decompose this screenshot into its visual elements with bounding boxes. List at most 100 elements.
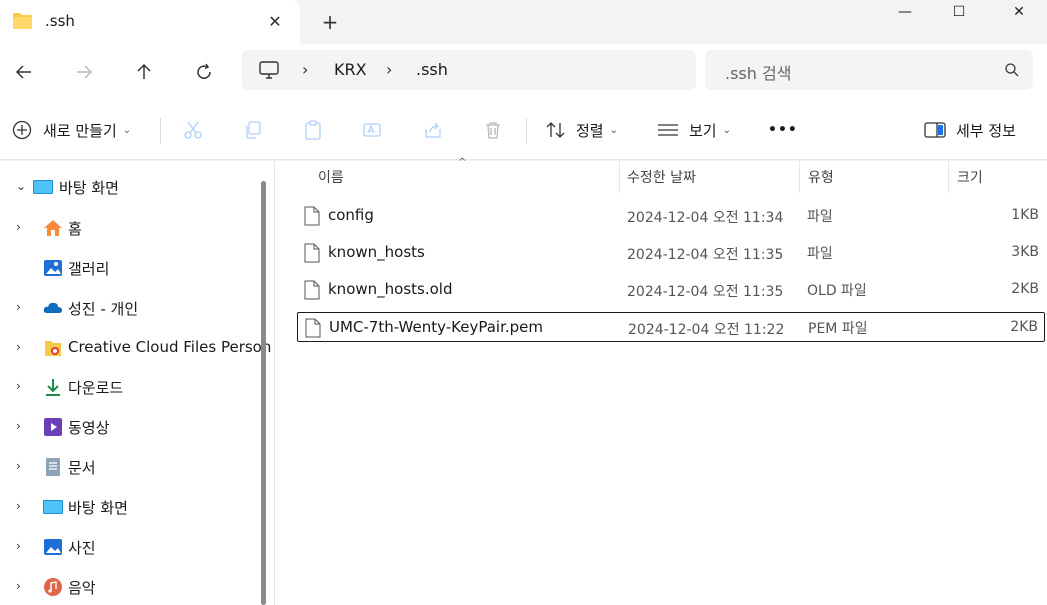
download-icon — [46, 379, 60, 396]
sidebar-item-creative-cloud[interactable]: › Creative Cloud Files Person — [0, 328, 271, 368]
close-window-button[interactable]: ✕ — [996, 0, 1042, 24]
file-date: 2024-12-04 오전 11:34 — [627, 210, 784, 226]
chevron-right-icon[interactable]: › — [16, 379, 21, 393]
column-divider[interactable] — [799, 161, 800, 193]
delete-button[interactable] — [483, 100, 503, 160]
paste-button[interactable] — [303, 100, 323, 160]
refresh-icon — [197, 63, 211, 79]
chevron-right-icon[interactable]: › — [16, 419, 21, 433]
new-button-label: 새로 만들기 — [43, 121, 117, 140]
more-options-button[interactable]: ••• — [768, 100, 798, 160]
sidebar-item-onedrive[interactable]: › 성진 - 개인 — [0, 288, 258, 328]
sidebar-item-desktop-root[interactable]: ⌄ 바탕 화면 — [0, 167, 258, 207]
sidebar-item-label: 바탕 화면 — [59, 179, 119, 197]
cut-button[interactable] — [183, 100, 203, 160]
forward-button[interactable] — [70, 58, 98, 86]
chevron-right-icon[interactable]: › — [16, 499, 21, 513]
arrow-right-icon — [77, 65, 93, 79]
folder-icon — [13, 13, 32, 29]
breadcrumb-ssh[interactable]: .ssh — [416, 60, 448, 79]
sidebar-item-label: 음악 — [68, 579, 96, 597]
share-button[interactable] — [423, 100, 443, 160]
file-list: ^ 이름 수정한 날짜 유형 크기 config 2024-12-04 오전 1… — [274, 157, 1047, 605]
file-row[interactable]: known_hosts 2024-12-04 오전 11:35 파일 3KB — [297, 238, 1045, 268]
address-bar[interactable]: › KRX › .ssh — [242, 50, 696, 90]
sidebar-item-desktop[interactable]: › 바탕 화면 — [0, 487, 258, 527]
minimize-button[interactable]: — — [882, 0, 928, 24]
up-button[interactable] — [130, 58, 158, 86]
file-date: 2024-12-04 오전 11:35 — [627, 284, 784, 300]
chevron-right-icon[interactable]: › — [16, 300, 21, 314]
chevron-down-icon[interactable]: ⌄ — [16, 179, 26, 193]
file-type: 파일 — [807, 209, 833, 225]
chevron-down-icon: ⌄ — [122, 124, 132, 136]
breadcrumb-krx[interactable]: KRX — [334, 60, 367, 79]
tab-ssh[interactable]: .ssh ✕ — [0, 0, 300, 44]
file-type: OLD 파일 — [807, 283, 867, 299]
rename-button[interactable] — [363, 100, 383, 160]
column-header-size[interactable]: 크기 — [957, 161, 983, 193]
scissors-icon — [184, 121, 202, 139]
maximize-button[interactable]: ☐ — [936, 0, 982, 24]
refresh-button[interactable] — [190, 58, 218, 86]
clipboard-icon — [305, 120, 321, 140]
rename-icon — [363, 123, 381, 137]
chevron-down-icon: ⌄ — [609, 124, 618, 136]
back-button[interactable] — [10, 58, 38, 86]
chevron-right-icon[interactable]: › — [16, 579, 21, 593]
close-tab-icon[interactable]: ✕ — [264, 10, 286, 32]
pictures-icon — [44, 539, 62, 555]
desktop-icon — [33, 180, 53, 194]
sidebar-scrollbar-thumb[interactable] — [261, 181, 266, 605]
file-name: known_hosts — [328, 243, 425, 261]
sort-button[interactable]: 정렬 ⌄ — [546, 100, 618, 160]
gallery-icon — [44, 260, 62, 276]
column-divider[interactable] — [619, 161, 620, 193]
details-pane-icon — [924, 122, 946, 138]
column-header-date[interactable]: 수정한 날짜 — [627, 161, 696, 193]
document-icon — [46, 458, 60, 476]
tab-title: .ssh — [45, 12, 75, 30]
chevron-right-icon[interactable]: › — [16, 220, 21, 234]
new-button[interactable]: 새로 만들기 ⌄ — [12, 100, 131, 160]
file-size: 1KB — [1011, 207, 1039, 223]
column-header-type[interactable]: 유형 — [808, 161, 834, 193]
file-icon — [305, 318, 321, 338]
sort-ascending-icon: ^ — [458, 157, 467, 168]
sidebar-item-pictures[interactable]: › 사진 — [0, 527, 258, 567]
search-icon — [1005, 63, 1019, 77]
chevron-right-icon[interactable]: › — [16, 340, 21, 354]
sidebar-item-documents[interactable]: › 문서 — [0, 447, 258, 487]
file-row[interactable]: known_hosts.old 2024-12-04 오전 11:35 OLD … — [297, 275, 1045, 305]
file-row[interactable]: config 2024-12-04 오전 11:34 파일 1KB — [297, 201, 1045, 231]
search-input[interactable]: .ssh 검색 — [705, 50, 1033, 90]
chevron-right-icon[interactable]: › — [16, 459, 21, 473]
view-button[interactable]: 보기 ⌄ — [657, 100, 731, 160]
column-header-name[interactable]: 이름 — [318, 161, 344, 193]
sidebar-item-label: Creative Cloud Files Person — [68, 338, 272, 356]
plus-circle-icon — [12, 120, 32, 140]
video-icon — [44, 418, 62, 436]
file-icon — [304, 280, 320, 300]
chevron-right-icon[interactable]: › — [16, 539, 21, 553]
sidebar-item-videos[interactable]: › 동영상 — [0, 407, 258, 447]
chevron-down-icon: ⌄ — [722, 124, 731, 136]
sidebar-item-label: 바탕 화면 — [68, 499, 128, 517]
sidebar-item-downloads[interactable]: › 다운로드 — [0, 367, 258, 407]
file-row[interactable]: UMC-7th-Wenty-KeyPair.pem 2024-12-04 오전 … — [297, 312, 1045, 342]
copy-button[interactable] — [243, 100, 263, 160]
file-size: 2KB — [1011, 281, 1039, 297]
sidebar-item-label: 다운로드 — [68, 379, 124, 397]
share-icon — [425, 122, 441, 138]
sidebar-item-home[interactable]: › 홈 — [0, 208, 258, 248]
sidebar-item-label: 성진 - 개인 — [68, 300, 139, 318]
column-divider[interactable] — [948, 161, 949, 193]
sidebar-item-label: 사진 — [68, 539, 96, 557]
arrow-up-icon — [137, 63, 151, 79]
new-tab-button[interactable]: + — [318, 10, 342, 34]
sidebar-item-gallery[interactable]: 갤러리 — [0, 248, 258, 288]
arrow-left-icon — [15, 65, 31, 79]
sidebar-item-music[interactable]: › 음악 — [0, 567, 258, 605]
details-button[interactable]: 세부 정보 — [924, 100, 1016, 160]
sidebar-item-label: 갤러리 — [68, 260, 110, 278]
